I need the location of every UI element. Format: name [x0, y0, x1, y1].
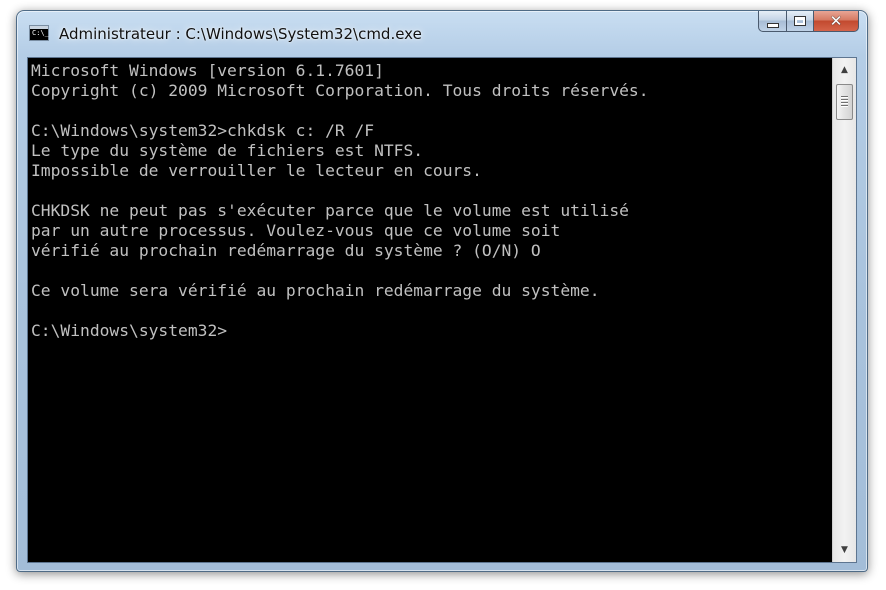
cmd-window: C:\_ Administrateur : C:\Windows\System3… [16, 10, 868, 572]
console-output[interactable]: Microsoft Windows [version 6.1.7601] Copy… [28, 58, 832, 562]
scrollbar-thumb[interactable] [836, 84, 853, 120]
maximize-icon [794, 16, 806, 26]
cmd-icon[interactable]: C:\_ [29, 25, 49, 41]
vertical-scrollbar[interactable]: ▲ ▼ [832, 58, 856, 562]
minimize-icon [766, 22, 779, 28]
thumb-grip-line [841, 99, 848, 100]
cmd-icon-glyph: C:\_ [32, 29, 49, 37]
thumb-grip-line [841, 102, 848, 103]
minimize-button[interactable] [758, 11, 786, 32]
caption-buttons: ✕ [758, 11, 859, 33]
console-line: C:\Windows\system32>chkdsk c: /R /F [31, 121, 375, 140]
console-line: Copyright (c) 2009 Microsoft Corporation… [31, 81, 649, 100]
console-line: Le type du système de fichiers est NTFS. [31, 141, 424, 160]
console-line: vérifié au prochain redémarrage du systè… [31, 241, 541, 260]
title-bar[interactable]: C:\_ Administrateur : C:\Windows\System3… [17, 11, 867, 57]
window-title: Administrateur : C:\Windows\System32\cmd… [59, 25, 422, 43]
console-line: CHKDSK ne peut pas s'exécuter parce que … [31, 201, 629, 220]
thumb-grip-line [841, 105, 848, 106]
console-line: Microsoft Windows [version 6.1.7601] [31, 61, 384, 80]
console-line: par un autre processus. Voulez-vous que … [31, 221, 561, 240]
console-frame: Microsoft Windows [version 6.1.7601] Copy… [27, 57, 857, 563]
maximize-button[interactable] [786, 11, 813, 32]
close-button[interactable]: ✕ [813, 11, 859, 32]
scroll-down-arrow-icon[interactable]: ▼ [833, 540, 856, 560]
close-icon: ✕ [829, 11, 843, 30]
console-line: Ce volume sera vérifié au prochain redém… [31, 281, 600, 300]
thumb-grip-line [841, 96, 848, 97]
console-line: C:\Windows\system32> [31, 321, 228, 340]
console-line: Impossible de verrouiller le lecteur en … [31, 161, 482, 180]
scroll-up-arrow-icon[interactable]: ▲ [833, 60, 856, 80]
